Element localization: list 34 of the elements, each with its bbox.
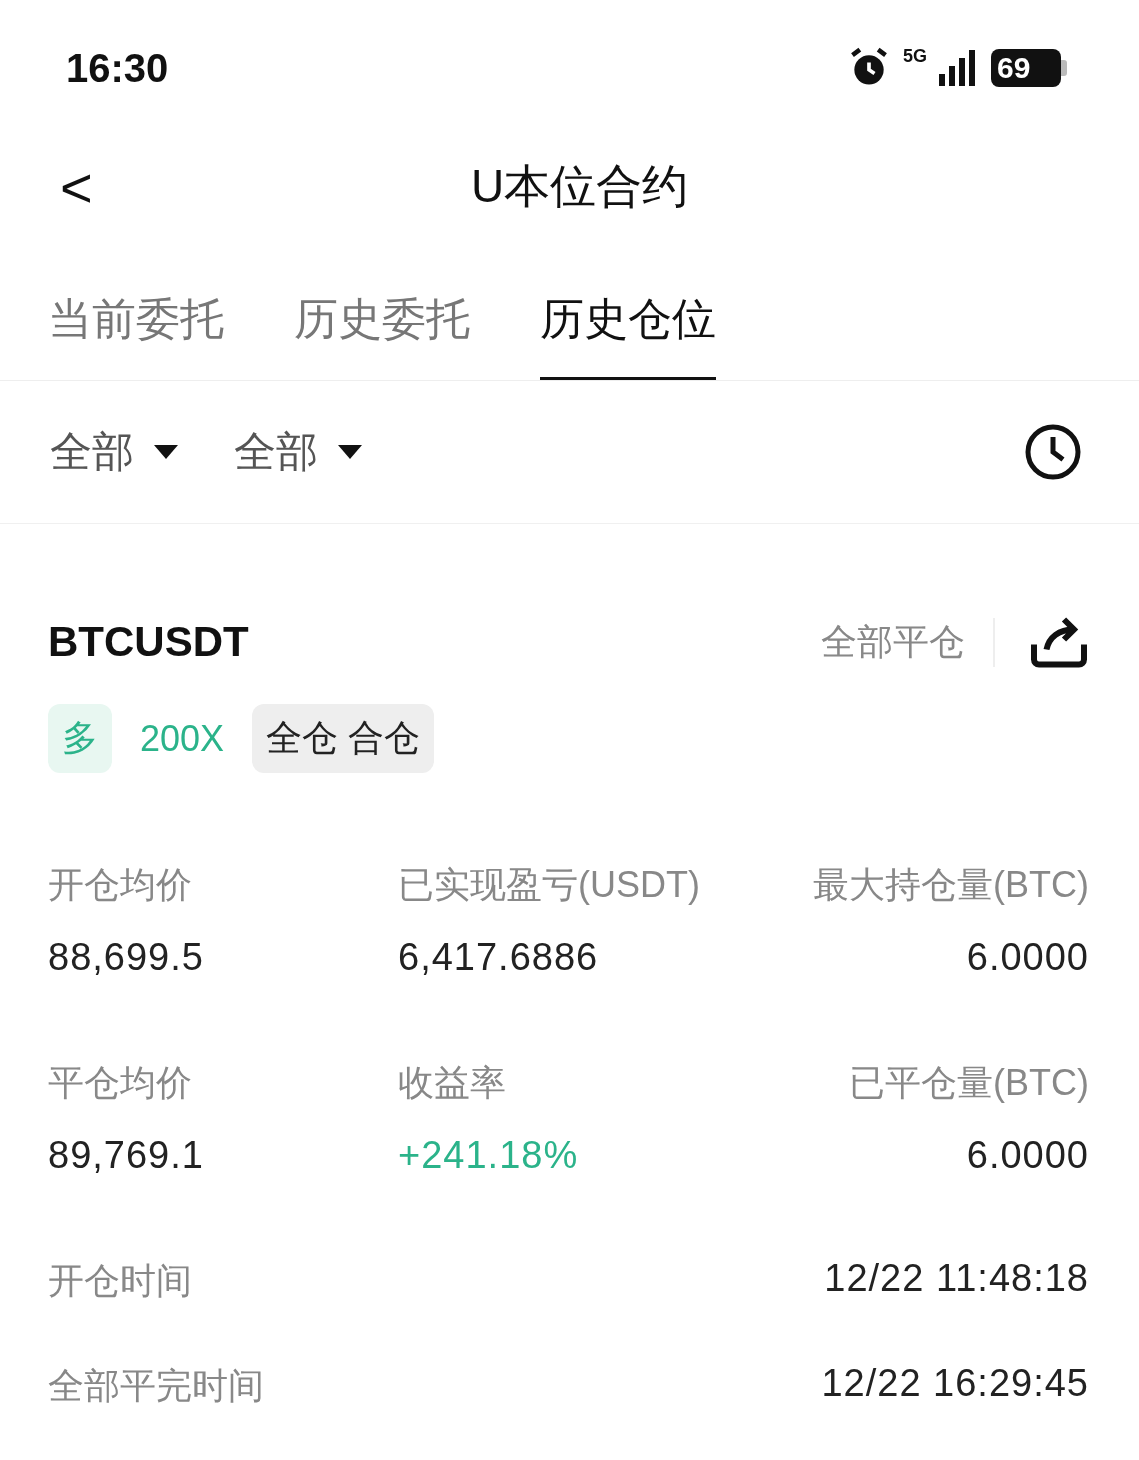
- close-all-button[interactable]: 全部平仓: [821, 617, 995, 667]
- tab[interactable]: 历史委托: [294, 290, 470, 380]
- status-time: 16:30: [66, 45, 169, 91]
- stat-value: 6.0000: [966, 936, 1089, 979]
- back-button[interactable]: <: [60, 154, 120, 220]
- filter-dropdown[interactable]: 全部: [234, 424, 362, 480]
- symbol-name: BTCUSDT: [48, 618, 250, 666]
- stat-label: 最大持仓量(BTC): [813, 863, 1089, 907]
- stat-label: 平仓均价: [48, 1061, 192, 1105]
- stat-value: 6,417.6886: [398, 936, 599, 979]
- tab[interactable]: 当前委托: [48, 290, 224, 380]
- network-label: 5G: [903, 46, 927, 67]
- time-label: 开仓时间: [48, 1259, 192, 1303]
- caret-icon: [338, 445, 362, 459]
- time-value: 12/22 11:48:18: [824, 1257, 1089, 1301]
- side-tag: 多: [48, 704, 112, 773]
- caret-icon: [154, 445, 178, 459]
- time-value: 12/22 16:29:45: [821, 1362, 1089, 1406]
- stat-value: 6.0000: [966, 1134, 1089, 1177]
- stat-value: +241.18%: [398, 1134, 579, 1177]
- stat-label: 已平仓量(BTC): [849, 1061, 1089, 1105]
- stat-label: 已实现盈亏(USDT): [398, 863, 700, 907]
- filter-dropdown[interactable]: 全部: [50, 424, 178, 480]
- clock-icon[interactable]: [1023, 422, 1083, 482]
- leverage-label: 200X: [139, 716, 226, 761]
- time-label: 全部平完时间: [48, 1364, 264, 1408]
- stat-value: 89,769.1: [48, 1134, 204, 1177]
- stat-value: 88,699.5: [48, 936, 204, 979]
- battery-indicator: 69: [991, 49, 1067, 87]
- page-title: U本位合约: [469, 159, 690, 214]
- stat-label: 收益率: [398, 1061, 506, 1105]
- margin-mode-tag: 全仓 合仓: [252, 704, 435, 773]
- tab[interactable]: 历史仓位: [540, 290, 716, 380]
- stat-label: 开仓均价: [48, 863, 192, 907]
